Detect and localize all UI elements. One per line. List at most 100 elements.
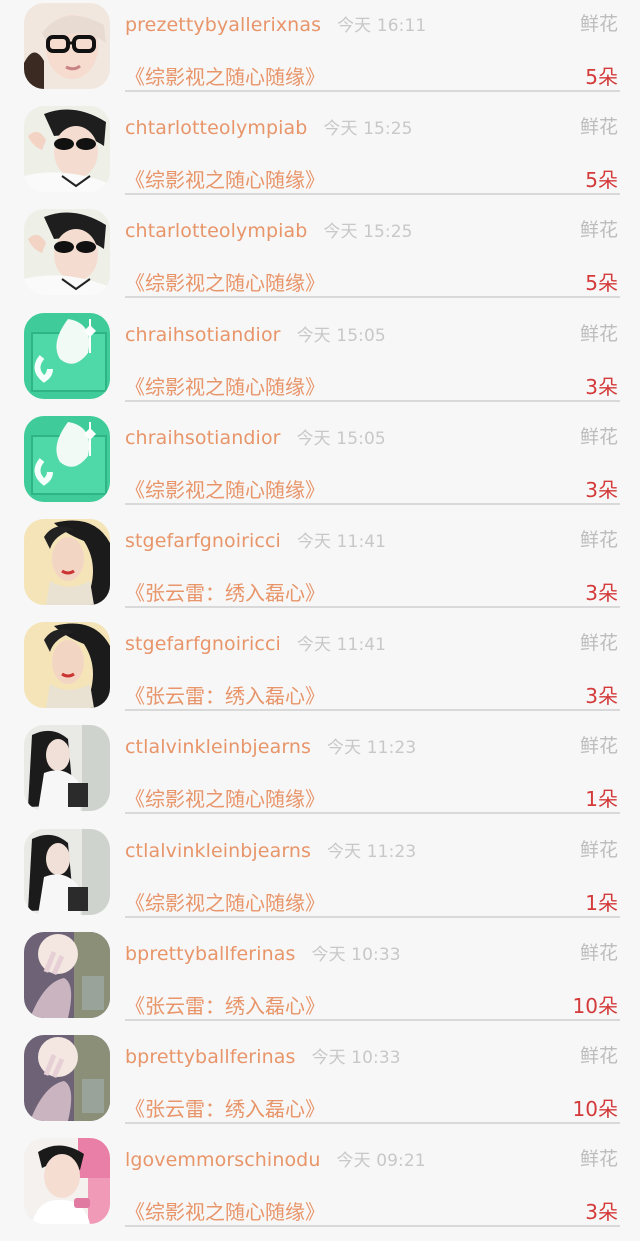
timestamp: 今天 15:25 [323, 119, 413, 140]
book-title-link[interactable]: 《综影视之随心随缘》 [125, 474, 325, 503]
timestamp: 今天 15:05 [296, 325, 386, 346]
book-title-link[interactable]: 《综影视之随心随缘》 [125, 887, 325, 916]
timestamp: 今天 09:21 [336, 1151, 426, 1172]
username[interactable]: stgefarfgnoiricci [125, 633, 281, 655]
gift-record-list: prezettybyallerixnas 今天 16:11 鲜花 《综影视之随心随缘》… [0, 0, 640, 1228]
list-item[interactable]: stgefarfgnoiricci 今天 11:41 鲜花《张云雷：绣入磊心》 3朵 [0, 519, 640, 622]
avatar[interactable] [24, 1035, 110, 1121]
avatar[interactable] [24, 106, 110, 193]
username-line: chtarlotteolympiab 今天 15:25 [125, 217, 413, 242]
list-item[interactable]: chtarlotteolympiab 今天 15:25 鲜花《综影视之随心随缘》 5朵 [0, 209, 640, 312]
book-title-link[interactable]: 《张云雷：绣入磊心》 [125, 990, 325, 1019]
username-line: ctlalvinkleinbjearns 今天 11:23 [125, 733, 416, 758]
gift-type-label: 鲜花 [579, 1148, 618, 1171]
avatar[interactable] [24, 209, 110, 296]
username[interactable]: ctlalvinkleinbjearns [125, 840, 311, 862]
book-title-link[interactable]: 《张云雷：绣入磊心》 [125, 577, 325, 606]
flower-count: 10朵 [572, 1097, 618, 1121]
flower-count: 3朵 [585, 477, 618, 502]
avatar[interactable] [24, 415, 110, 502]
gift-type-label: 鲜花 [579, 13, 618, 35]
timestamp: 今天 10:33 [311, 1048, 401, 1068]
book-title-link[interactable]: 《综影视之随心随缘》 [125, 267, 325, 296]
username[interactable]: chtarlotteolympiab [125, 117, 307, 139]
timestamp: 今天 15:05 [296, 428, 386, 449]
avatar[interactable] [24, 3, 110, 89]
row-divider [125, 90, 620, 92]
gift-type-label: 鲜花 [579, 529, 618, 551]
flower-count: 10朵 [572, 993, 618, 1018]
list-item[interactable]: chtarlotteolympiab 今天 15:25 鲜花《综影视之随心随缘》 5朵 [0, 106, 640, 209]
list-item[interactable]: ctlalvinkleinbjearns 今天 11:23 鲜花 《综影视之随心随缘》… [0, 725, 640, 828]
gift-type-label: 鲜花 [579, 116, 618, 139]
username-line: ctlalvinkleinbjearns 今天 11:23 [125, 837, 416, 862]
list-item[interactable]: bprettyballferinas 今天 10:33 鲜花《张云雷：绣入磊心》 10… [0, 1035, 640, 1138]
username[interactable]: bprettyballferinas [125, 1046, 295, 1068]
username[interactable]: stgefarfgnoiricci [125, 530, 281, 552]
list-item[interactable]: bprettyballferinas 今天 10:33 鲜花《张云雷：绣入磊心》 10… [0, 931, 640, 1035]
timestamp: 今天 11:41 [296, 532, 387, 552]
gift-type-label: 鲜花 [579, 632, 618, 655]
row-divider [125, 606, 620, 608]
gift-type-label: 鲜花 [579, 219, 618, 242]
timestamp: 今天 15:25 [323, 222, 413, 243]
username-line: chraihsotiandior 今天 15:05 [125, 321, 386, 346]
list-item[interactable]: stgefarfgnoiricci 今天 11:41 鲜花《张云雷：绣入磊心》 3朵 [0, 622, 640, 725]
timestamp: 今天 11:23 [327, 841, 417, 862]
username[interactable]: chraihsotiandior [125, 324, 281, 346]
username[interactable]: prezettybyallerixnas [125, 14, 321, 36]
avatar[interactable] [24, 312, 110, 399]
list-item[interactable]: chraihsotiandior 今天 15:05 鲜花《综影视之随心随缘》 3朵 [0, 312, 640, 416]
gift-type-label: 鲜花 [579, 425, 618, 448]
username-line: lgovemmorschinodu 今天 09:21 [125, 1146, 426, 1171]
timestamp: 今天 10:33 [311, 944, 401, 965]
list-item[interactable]: lgovemmorschinodu 今天 09:21 鲜花《综影视之随心随缘》 3朵 [0, 1138, 640, 1241]
list-item[interactable]: chraihsotiandior 今天 15:05 鲜花《综影视之随心随缘》 3朵 [0, 415, 640, 519]
flower-count: 3朵 [585, 581, 618, 605]
username-line: prezettybyallerixnas 今天 16:11 [125, 11, 426, 36]
gift-type-label: 鲜花 [579, 838, 618, 861]
gift-type-label: 鲜花 [579, 1045, 618, 1067]
flower-count: 1朵 [585, 890, 618, 915]
username-line: chraihsotiandior 今天 15:05 [125, 424, 386, 449]
username[interactable]: lgovemmorschinodu [125, 1149, 321, 1171]
list-item[interactable]: prezettybyallerixnas 今天 16:11 鲜花《综影视之随心随缘》… [0, 3, 640, 106]
book-title-link[interactable]: 《张云雷：绣入磊心》 [125, 680, 325, 709]
username-line: stgefarfgnoiricci 今天 11:41 [125, 527, 386, 552]
username-line: stgefarfgnoiricci 今天 11:41 [125, 630, 386, 655]
list-item[interactable]: ctlalvinkleinbjearns 今天 11:23 鲜花《综影视之随心随缘》… [0, 828, 640, 932]
row-divider [125, 1225, 620, 1228]
avatar[interactable] [24, 1138, 110, 1225]
username[interactable]: ctlalvinkleinbjearns [125, 736, 311, 758]
flower-count: 5朵 [585, 271, 618, 296]
flower-count: 3朵 [585, 1200, 618, 1225]
flower-count: 1朵 [585, 787, 618, 812]
username[interactable]: bprettyballferinas [125, 943, 295, 965]
flower-count: 5朵 [585, 168, 618, 193]
book-title-link[interactable]: 《综影视之随心随缘》 [125, 164, 325, 193]
username[interactable]: chtarlotteolympiab [125, 220, 307, 242]
gift-type-label: 鲜花 [579, 941, 618, 964]
gift-type-label: 鲜花 [579, 322, 618, 345]
timestamp: 今天 16:11 [337, 16, 427, 36]
book-title-link[interactable]: 《综影视之随心随缘》 [125, 371, 325, 400]
row-divider [125, 399, 620, 402]
flower-count: 5朵 [585, 65, 618, 89]
row-divider [125, 709, 620, 712]
flower-count: 3朵 [585, 684, 618, 709]
book-title-link[interactable]: 《综影视之随心随缘》 [125, 61, 325, 90]
avatar[interactable] [24, 725, 110, 812]
avatar[interactable] [24, 828, 110, 915]
avatar[interactable] [24, 622, 110, 709]
row-divider [125, 502, 620, 505]
avatar[interactable] [24, 519, 110, 605]
flower-count: 3朵 [585, 374, 618, 399]
book-title-link[interactable]: 《张云雷：绣入磊心》 [125, 1093, 325, 1122]
book-title-link[interactable]: 《综影视之随心随缘》 [125, 783, 325, 812]
avatar[interactable] [24, 931, 110, 1018]
username[interactable]: chraihsotiandior [125, 427, 281, 449]
username-line: chtarlotteolympiab 今天 15:25 [125, 114, 413, 139]
row-divider [125, 1018, 620, 1021]
row-divider [125, 193, 620, 196]
book-title-link[interactable]: 《综影视之随心随缘》 [125, 1196, 325, 1225]
